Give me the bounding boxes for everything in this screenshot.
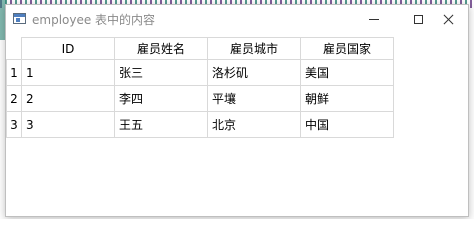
cell-name[interactable]: 李四 bbox=[114, 85, 208, 112]
title-bar[interactable]: employee 表中的内容 bbox=[6, 5, 468, 33]
cell-id[interactable]: 3 bbox=[21, 111, 115, 138]
cell-city[interactable]: 洛杉矶 bbox=[207, 59, 301, 86]
cell-name[interactable]: 王五 bbox=[114, 111, 208, 138]
row-header[interactable]: 1 bbox=[6, 59, 22, 86]
cell-city[interactable]: 平壤 bbox=[207, 85, 301, 112]
cell-country[interactable]: 中国 bbox=[300, 111, 394, 138]
table-view[interactable]: ID 雇员姓名 雇员城市 雇员国家 1 1 张三 洛杉矶 美国 2 2 李四 平… bbox=[6, 33, 468, 216]
minimize-icon bbox=[369, 18, 379, 20]
table-row: 2 2 李四 平壤 朝鲜 bbox=[6, 85, 394, 112]
minimize-button[interactable] bbox=[352, 5, 396, 33]
cell-country[interactable]: 美国 bbox=[300, 59, 394, 86]
column-header-name[interactable]: 雇员姓名 bbox=[114, 37, 208, 60]
screen: employee 表中的内容 ID 雇员姓名 雇员城市 雇员国家 1 1 张三 … bbox=[0, 0, 474, 219]
employee-table: ID 雇员姓名 雇员城市 雇员国家 1 1 张三 洛杉矶 美国 2 2 李四 平… bbox=[6, 37, 394, 138]
window-app-icon bbox=[13, 13, 26, 24]
header-row: ID 雇员姓名 雇员城市 雇员国家 bbox=[6, 37, 394, 60]
close-icon bbox=[443, 14, 454, 25]
maximize-icon bbox=[413, 14, 423, 24]
row-header[interactable]: 2 bbox=[6, 85, 22, 112]
window-title: employee 表中的内容 bbox=[32, 13, 156, 27]
employee-window: employee 表中的内容 ID 雇员姓名 雇员城市 雇员国家 1 1 张三 … bbox=[5, 4, 469, 217]
cell-country[interactable]: 朝鲜 bbox=[300, 85, 394, 112]
column-header-country[interactable]: 雇员国家 bbox=[300, 37, 394, 60]
close-button[interactable] bbox=[426, 5, 470, 33]
table-row: 3 3 王五 北京 中国 bbox=[6, 111, 394, 138]
column-header-id[interactable]: ID bbox=[21, 37, 115, 60]
cell-name[interactable]: 张三 bbox=[114, 59, 208, 86]
cell-id[interactable]: 2 bbox=[21, 85, 115, 112]
corner-button[interactable] bbox=[6, 37, 22, 60]
cell-city[interactable]: 北京 bbox=[207, 111, 301, 138]
row-header[interactable]: 3 bbox=[6, 111, 22, 138]
column-header-city[interactable]: 雇员城市 bbox=[207, 37, 301, 60]
cell-id[interactable]: 1 bbox=[21, 59, 115, 86]
table-row: 1 1 张三 洛杉矶 美国 bbox=[6, 59, 394, 86]
